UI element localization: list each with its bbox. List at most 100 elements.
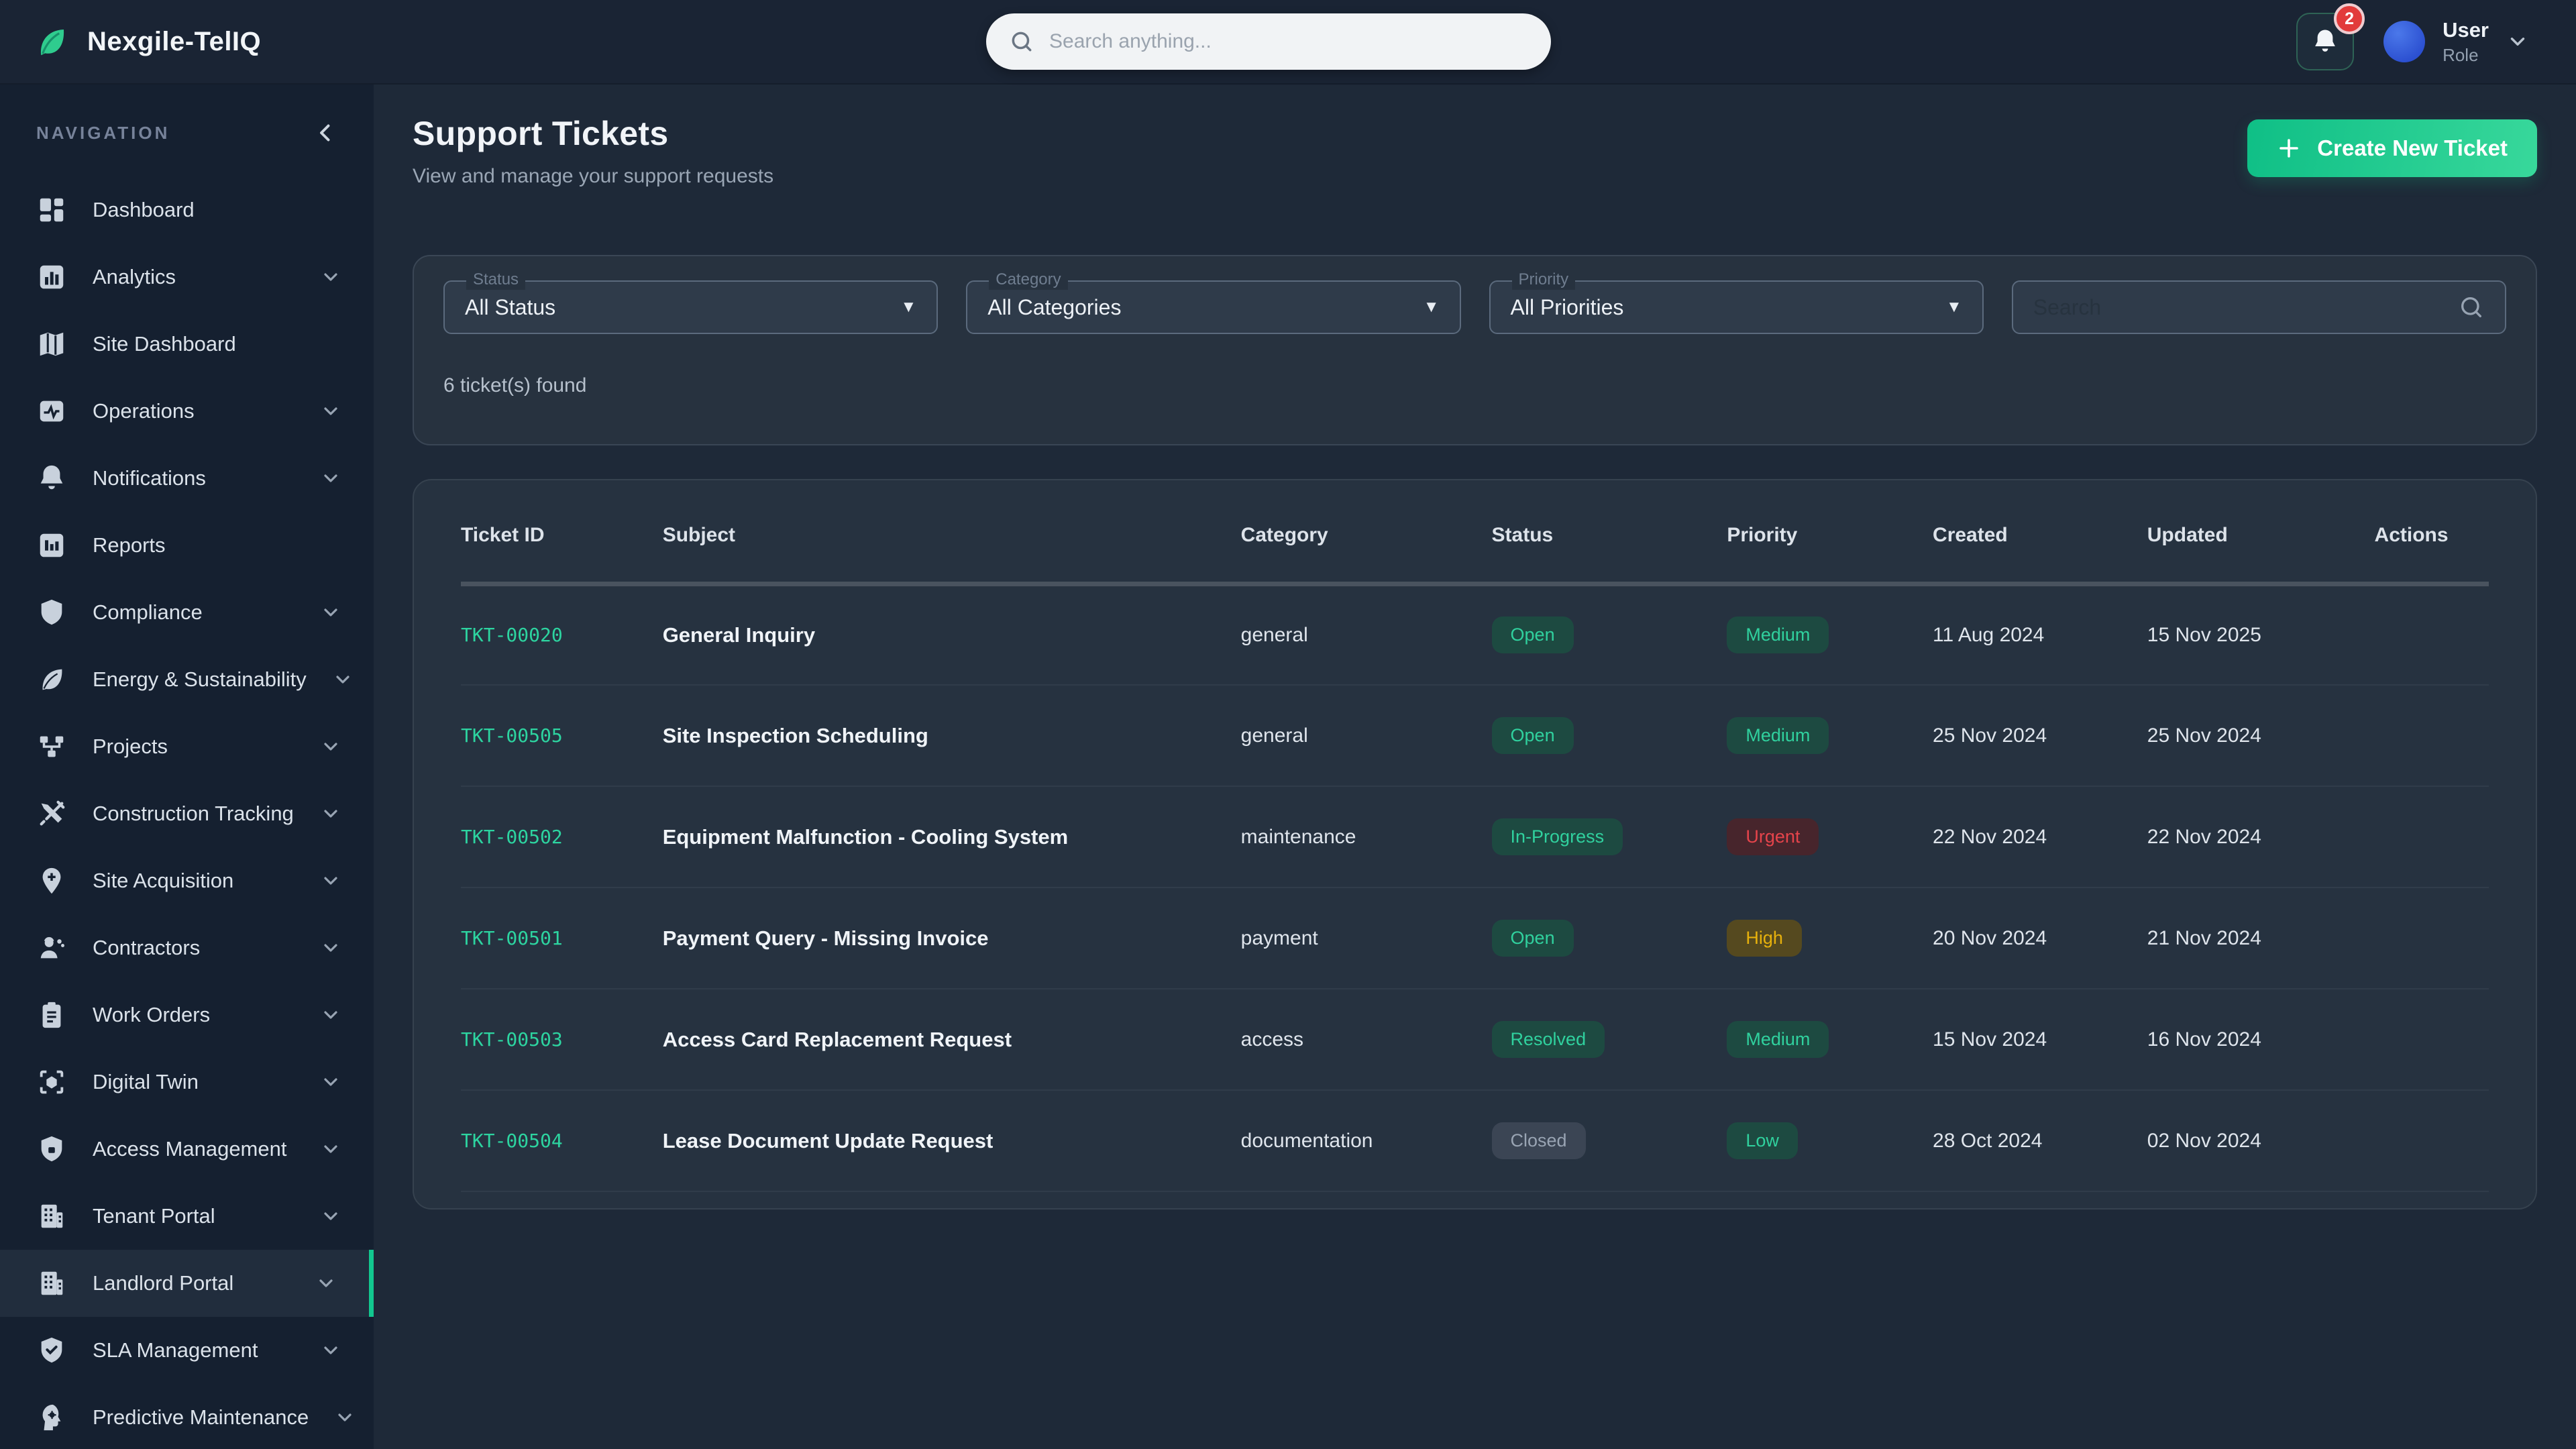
page-subtitle: View and manage your support requests — [413, 165, 773, 188]
ticket-search-input[interactable] — [2033, 295, 2447, 320]
sidebar-item-label: Energy & Sustainability — [93, 667, 307, 692]
ticket-created-date: 28 Oct 2024 — [1933, 1130, 2042, 1152]
building-icon — [36, 1268, 67, 1299]
chevron-down-icon — [320, 602, 341, 623]
ticket-category: general — [1241, 724, 1308, 747]
dropdown-caret-icon: ▼ — [1424, 298, 1440, 317]
tickets-table-card: Ticket IDSubjectCategoryStatusPriorityCr… — [413, 479, 2537, 1210]
sidebar-item-label: Compliance — [93, 600, 203, 625]
ticket-search-field — [2012, 280, 2506, 334]
sidebar-collapse-button[interactable] — [313, 121, 337, 145]
leaf-icon — [36, 664, 67, 695]
status-badge: Resolved — [1492, 1021, 1605, 1058]
chevron-down-icon — [315, 1273, 337, 1294]
results-count: 6 ticket(s) found — [443, 374, 2506, 397]
ticket-subject: Site Inspection Scheduling — [663, 724, 928, 747]
sidebar-item-access-management[interactable]: Access Management — [0, 1116, 374, 1183]
sidebar-item-label: Tenant Portal — [93, 1204, 215, 1228]
table-row: TKT-00501Payment Query - Missing Invoice… — [461, 888, 2489, 989]
user-menu[interactable]: User Role — [2383, 18, 2529, 66]
sidebar-item-sla-management[interactable]: SLA Management — [0, 1317, 374, 1384]
priority-filter-label: Priority — [1512, 270, 1576, 290]
sidebar-item-label: Reports — [93, 533, 166, 557]
status-badge: Closed — [1492, 1122, 1586, 1159]
column-header-status: Status — [1492, 490, 1727, 584]
sidebar-item-energy-sustainability[interactable]: Energy & Sustainability — [0, 646, 374, 713]
ticket-updated-date: 15 Nov 2025 — [2147, 624, 2261, 646]
ticket-subject: General Inquiry — [663, 623, 815, 647]
sidebar-item-notifications[interactable]: Notifications — [0, 445, 374, 512]
status-badge: Open — [1492, 717, 1574, 754]
column-header-updated: Updated — [2147, 490, 2375, 584]
priority-badge: Medium — [1727, 717, 1829, 754]
chevron-down-icon — [320, 803, 341, 824]
sidebar-item-compliance[interactable]: Compliance — [0, 579, 374, 646]
topbar-right: 2 User Role — [2296, 13, 2529, 70]
status-badge: Open — [1492, 616, 1574, 653]
sidebar-item-analytics[interactable]: Analytics — [0, 244, 374, 311]
bell-icon — [2311, 28, 2339, 56]
ticket-updated-date: 16 Nov 2024 — [2147, 1028, 2261, 1051]
operations-icon — [36, 396, 67, 427]
ticket-updated-date: 02 Nov 2024 — [2147, 1130, 2261, 1152]
tools-icon — [36, 798, 67, 829]
priority-filter-select[interactable]: Priority All Priorities ▼ — [1489, 280, 1984, 334]
sidebar-item-operations[interactable]: Operations — [0, 378, 374, 445]
sidebar-item-dashboard[interactable]: Dashboard — [0, 176, 374, 244]
brand-name: Nexgile-TelIQ — [87, 27, 261, 57]
ticket-created-date: 11 Aug 2024 — [1933, 624, 2044, 646]
sidebar-item-site-acquisition[interactable]: Site Acquisition — [0, 847, 374, 914]
sidebar-item-contractors[interactable]: Contractors — [0, 914, 374, 981]
global-search-input[interactable] — [1049, 30, 1528, 53]
page-title: Support Tickets — [413, 114, 773, 153]
chevron-down-icon — [334, 1407, 356, 1428]
shield-icon — [36, 597, 67, 628]
category-filter-label: Category — [989, 270, 1067, 290]
column-header-created: Created — [1933, 490, 2147, 584]
ticket-created-date: 15 Nov 2024 — [1933, 1028, 2047, 1051]
notifications-button[interactable]: 2 — [2296, 13, 2354, 70]
table-row: TKT-00020General InquirygeneralOpenMediu… — [461, 584, 2489, 685]
status-filter-select[interactable]: Status All Status ▼ — [443, 280, 938, 334]
sidebar-header: NAVIGATION — [0, 111, 374, 154]
topbar: Nexgile-TelIQ 2 User Role — [0, 0, 2576, 85]
sidebar-item-digital-twin[interactable]: Digital Twin — [0, 1049, 374, 1116]
navigation-label: NAVIGATION — [36, 123, 170, 144]
ticket-category: general — [1241, 624, 1308, 646]
sidebar-item-projects[interactable]: Projects — [0, 713, 374, 780]
table-header-row: Ticket IDSubjectCategoryStatusPriorityCr… — [461, 490, 2489, 584]
ticket-category: documentation — [1241, 1130, 1373, 1152]
sidebar-item-construction-tracking[interactable]: Construction Tracking — [0, 780, 374, 847]
sidebar-item-tenant-portal[interactable]: Tenant Portal — [0, 1183, 374, 1250]
sidebar-item-label: Analytics — [93, 265, 176, 289]
sidebar-item-label: Contractors — [93, 936, 200, 960]
contractor-icon — [36, 932, 67, 963]
sidebar-item-predictive-maintenance[interactable]: Predictive Maintenance — [0, 1384, 374, 1449]
chevron-down-icon — [320, 1071, 341, 1093]
category-filter-select[interactable]: Category All Categories ▼ — [966, 280, 1460, 334]
sidebar-item-landlord-portal[interactable]: Landlord Portal — [0, 1250, 374, 1317]
sidebar-item-label: Access Management — [93, 1137, 286, 1161]
sidebar-item-reports[interactable]: Reports — [0, 512, 374, 579]
priority-badge: Urgent — [1727, 818, 1819, 855]
ticket-category: payment — [1241, 927, 1318, 949]
shield-lock-icon — [36, 1134, 67, 1165]
ticket-created-date: 22 Nov 2024 — [1933, 826, 2047, 848]
sidebar-item-label: Landlord Portal — [93, 1271, 233, 1295]
priority-badge: Medium — [1727, 1021, 1829, 1058]
global-search — [986, 13, 1551, 70]
sidebar-item-site-dashboard[interactable]: Site Dashboard — [0, 311, 374, 378]
chevron-down-icon — [332, 669, 354, 690]
priority-badge: Medium — [1727, 616, 1829, 653]
dashboard-icon — [36, 195, 67, 225]
create-new-ticket-button[interactable]: Create New Ticket — [2247, 119, 2537, 177]
dropdown-caret-icon: ▼ — [900, 298, 916, 317]
tickets-table: Ticket IDSubjectCategoryStatusPriorityCr… — [461, 490, 2489, 1192]
chevron-down-icon — [320, 1004, 341, 1026]
status-filter-label: Status — [466, 270, 525, 290]
sidebar-nav: Dashboard Analytics Site DashboardOperatio… — [0, 176, 374, 1449]
building-icon — [36, 1201, 67, 1232]
sidebar-item-work-orders[interactable]: Work Orders — [0, 981, 374, 1049]
column-header-actions: Actions — [2375, 490, 2489, 584]
ticket-id: TKT-00502 — [461, 826, 563, 848]
